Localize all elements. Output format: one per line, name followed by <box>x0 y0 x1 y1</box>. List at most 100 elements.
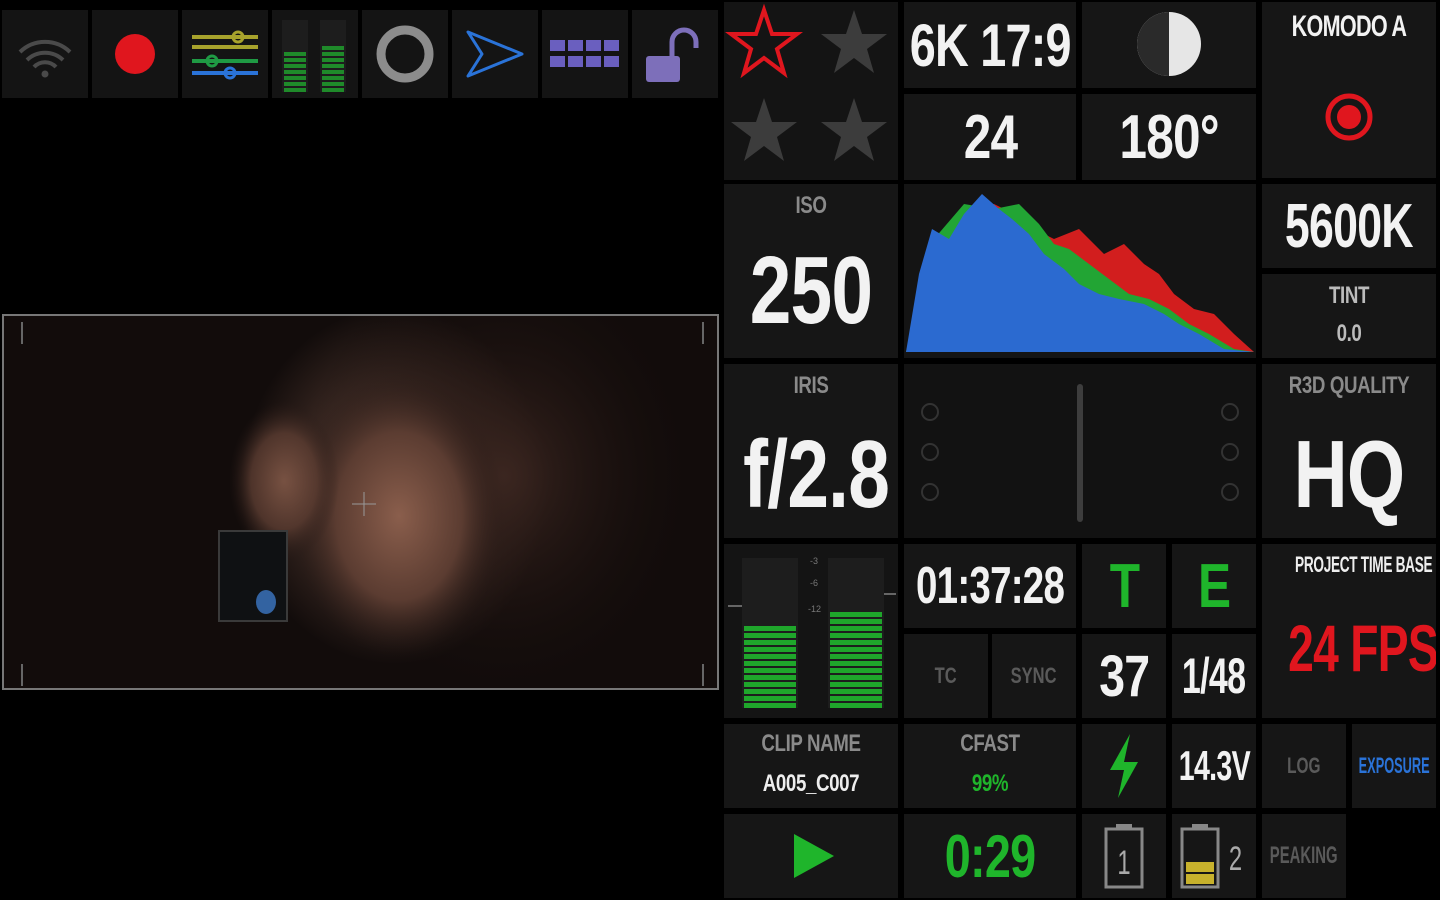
video-preview[interactable] <box>2 314 719 690</box>
lock-button[interactable] <box>632 10 718 98</box>
kelvin-value: 5600K <box>1285 191 1414 261</box>
histogram-chart <box>906 194 1254 352</box>
audio-meter-segment <box>744 633 796 638</box>
star-1-icon[interactable] <box>725 3 803 79</box>
shutter-cell[interactable]: 180° <box>1082 94 1256 180</box>
audio-meter-segment <box>830 675 882 680</box>
camera-cell[interactable]: KOMODO A <box>1262 2 1436 178</box>
star-3-icon[interactable] <box>731 98 797 161</box>
grid-icon <box>550 40 619 67</box>
audio-meter-icon <box>282 20 346 92</box>
star-2-icon[interactable] <box>821 10 887 73</box>
audio-meter-segment <box>830 668 882 673</box>
play-button[interactable] <box>724 814 898 898</box>
sync-label: SYNC <box>1011 663 1057 688</box>
clip-value: A005_C007 <box>762 770 860 797</box>
log-button[interactable]: LOG <box>1262 724 1346 808</box>
exposure-time-cell[interactable]: 1/48 <box>1172 634 1256 718</box>
audio-meter-segment <box>830 696 882 701</box>
left-dots-icon <box>921 403 939 501</box>
star-rating[interactable] <box>724 2 898 180</box>
audio-meter-segment <box>744 703 796 708</box>
contrast-icon <box>1137 12 1201 76</box>
unlock-icon <box>646 27 699 82</box>
send-button[interactable] <box>452 10 538 98</box>
battery-2-icon <box>1180 824 1220 889</box>
audio-meter[interactable]: -3 -6 -12 <box>724 544 898 718</box>
iso-cell[interactable]: ISO 250 <box>724 184 898 358</box>
battery-1-label: 1 <box>1117 844 1131 882</box>
histogram[interactable] <box>904 184 1256 358</box>
log-label: LOG <box>1287 753 1321 778</box>
grid-button[interactable] <box>542 10 628 98</box>
peaking-button[interactable]: PEAKING <box>1262 814 1346 898</box>
monitor-button[interactable] <box>362 10 448 98</box>
audio-meter-segment <box>744 654 796 659</box>
time-base-label: PROJECT TIME BASE <box>1295 552 1433 577</box>
wifi-button[interactable] <box>2 10 88 98</box>
star-4-icon[interactable] <box>821 98 887 161</box>
exposure-button[interactable]: EXPOSURE <box>1352 724 1436 808</box>
audio-meter-segment <box>744 689 796 694</box>
t-value: 37 <box>1098 643 1150 709</box>
record-time-value: 0:29 <box>944 822 1036 890</box>
preview-frame-image <box>21 316 704 688</box>
battery-2-cell[interactable]: 2 <box>1172 814 1256 898</box>
clip-name-cell[interactable]: CLIP NAME A005_C007 <box>724 724 898 808</box>
audio-meter-segment <box>744 668 796 673</box>
record-time-cell[interactable]: 0:29 <box>904 814 1076 898</box>
tint-value: 0.0 <box>1336 320 1362 347</box>
tc-button[interactable]: TC <box>904 634 988 718</box>
audio-meter-segment <box>830 626 882 631</box>
t-stop-cell[interactable]: 37 <box>1082 634 1166 718</box>
r3d-quality-cell[interactable]: R3D QUALITY HQ <box>1262 364 1436 538</box>
audio-tick-3: -12 <box>808 604 821 614</box>
sync-button[interactable]: SYNC <box>992 634 1076 718</box>
audio-tick-2: -6 <box>810 578 818 588</box>
iris-cell[interactable]: IRIS f/2.8 <box>724 364 898 538</box>
iso-label: ISO <box>795 192 827 219</box>
timecode-cell[interactable]: 01:37:28 <box>904 544 1076 628</box>
e-value: 1/48 <box>1182 648 1246 704</box>
fps-cell[interactable]: 24 <box>904 94 1076 180</box>
audio-meter-segment <box>830 703 882 708</box>
audio-meter-segment <box>830 689 882 694</box>
audio-meter-segment <box>744 682 796 687</box>
audio-meter-segment <box>830 682 882 687</box>
fps-value: 24 <box>963 102 1017 172</box>
battery-2-label: 2 <box>1228 840 1243 878</box>
record-button[interactable] <box>92 10 178 98</box>
audio-meter-segment <box>744 661 796 666</box>
t-cell[interactable]: T <box>1082 544 1166 628</box>
audio-button[interactable] <box>272 10 358 98</box>
tint-cell[interactable]: TINT 0.0 <box>1262 274 1436 358</box>
audio-meter-segment <box>830 640 882 645</box>
iso-value: 250 <box>749 237 873 344</box>
settings-sliders-button[interactable] <box>182 10 268 98</box>
level-indicator-panel[interactable] <box>904 364 1256 538</box>
tc-label: TC <box>934 663 957 688</box>
kelvin-cell[interactable]: 5600K <box>1262 184 1436 268</box>
shutter-value: 180° <box>1119 102 1219 172</box>
iris-value: f/2.8 <box>743 421 890 528</box>
format-cell[interactable]: 6K 17:9 <box>904 2 1076 88</box>
project-time-base-cell[interactable]: PROJECT TIME BASE 24 FPS <box>1262 544 1436 718</box>
cfast-value: 99% <box>971 770 1009 797</box>
e-label: E <box>1197 551 1231 621</box>
audio-meter-segment <box>744 626 796 631</box>
cfast-cell[interactable]: CFAST 99% <box>904 724 1076 808</box>
audio-meter-segment <box>744 675 796 680</box>
tint-label: TINT <box>1328 282 1370 309</box>
camera-record-icon <box>1325 93 1373 141</box>
look-cell[interactable] <box>1082 2 1256 88</box>
audio-meter-segment <box>830 647 882 652</box>
audio-meter-segment <box>744 696 796 701</box>
voltage-cell[interactable]: 14.3V <box>1172 724 1256 808</box>
lightning-icon <box>1110 734 1138 798</box>
battery-1-cell[interactable]: 1 <box>1082 814 1166 898</box>
e-cell[interactable]: E <box>1172 544 1256 628</box>
audio-meter-segment <box>830 654 882 659</box>
wifi-icon <box>18 39 72 78</box>
power-cell[interactable] <box>1082 724 1166 808</box>
play-icon <box>794 834 834 878</box>
